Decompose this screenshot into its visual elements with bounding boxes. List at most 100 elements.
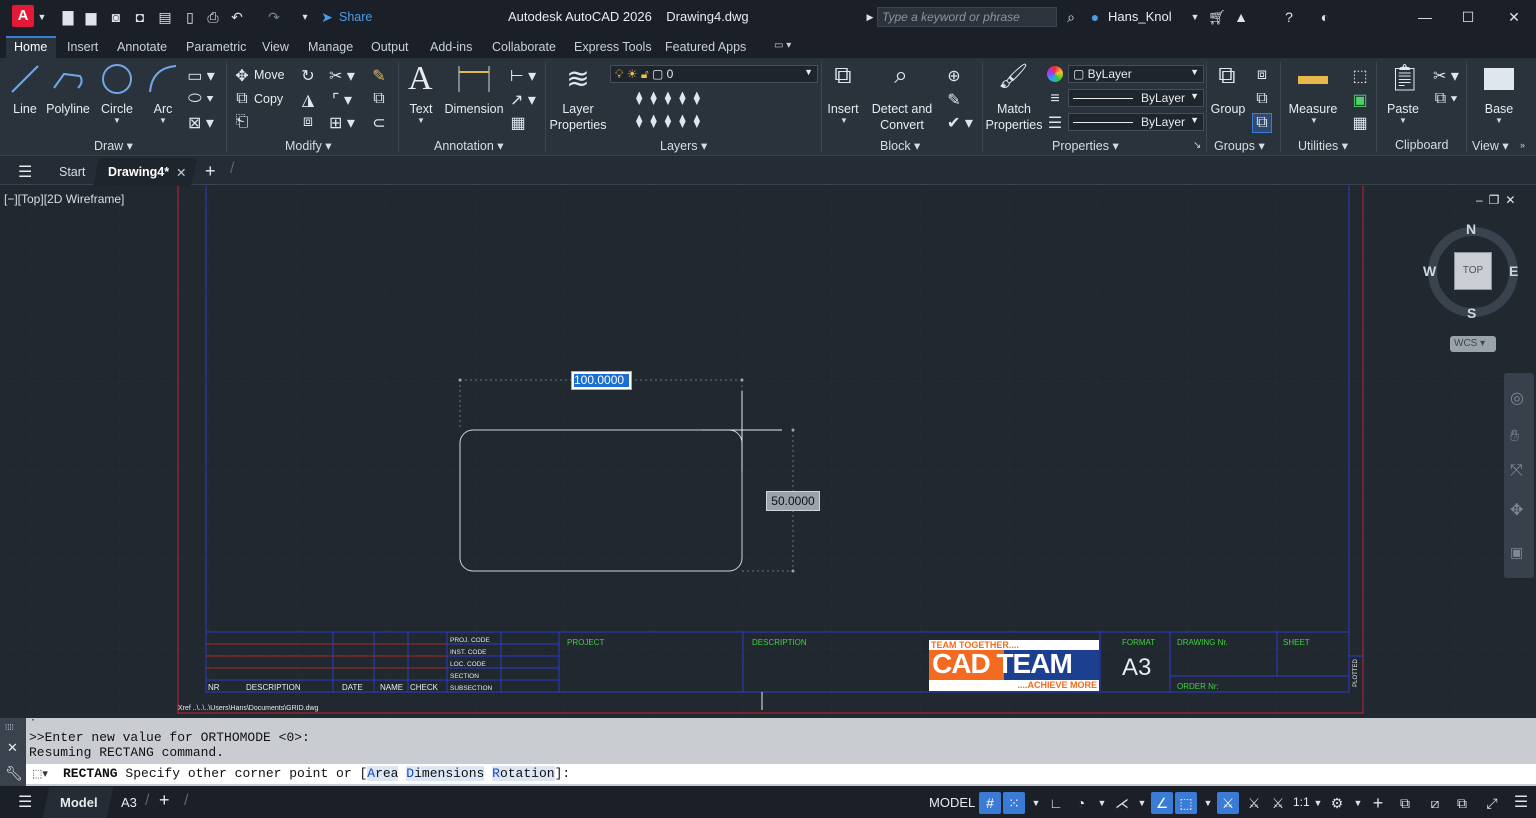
ribbon-minimize-icon[interactable]: ▭ ▾ <box>774 40 791 51</box>
annotation-scale-icon[interactable]: ⚔︎ <box>1267 792 1289 814</box>
viewcube-north[interactable]: N <box>1466 221 1476 237</box>
layer-tools-row-1[interactable]: ⧫⧫⧫⧫⧫ <box>612 90 732 106</box>
quick-select-icon[interactable]: ⬚ <box>1350 66 1370 86</box>
quick-properties-icon[interactable]: ⧄ <box>1424 792 1446 814</box>
leader-icon[interactable]: ↗ ▾ <box>508 90 538 110</box>
command-grip-icon[interactable]: ⁞⁞⁞⁞ <box>5 723 14 732</box>
copy-clip-icon[interactable]: ⧉ ▾ <box>1432 90 1460 108</box>
chevron-down-icon[interactable]: ▼ <box>1189 7 1201 27</box>
annotation-monitor-plus-icon[interactable]: + <box>1367 792 1389 814</box>
chevron-down-icon[interactable]: ▼ <box>1347 792 1369 814</box>
chevron-down-icon[interactable]: ▼ <box>1310 116 1318 125</box>
lock-ui-icon[interactable]: ⧉ <box>1451 792 1473 814</box>
viewport-window-controls[interactable]: –❐✕ <box>1476 193 1522 207</box>
tab-drawing4[interactable]: Drawing4* <box>108 165 169 179</box>
table-icon[interactable]: ▦ <box>508 113 528 133</box>
option-area[interactable]: Area <box>367 766 399 781</box>
move-button[interactable]: Move <box>254 67 285 83</box>
model-space-button[interactable]: MODEL <box>929 795 975 810</box>
viewcube-south[interactable]: S <box>1467 305 1476 321</box>
tab-collaborate[interactable]: Collaborate <box>492 40 556 54</box>
linear-dim-icon[interactable]: ⊢ ▾ <box>508 66 538 86</box>
paste-button[interactable]: Paste <box>1382 101 1424 117</box>
measure-button[interactable]: Measure <box>1286 101 1340 117</box>
color-dropdown[interactable]: ▢ ByLayer ▼ <box>1068 65 1204 83</box>
model-tab[interactable]: Model <box>60 795 98 810</box>
tab-insert[interactable]: Insert <box>67 40 98 54</box>
user-name[interactable]: Hans_Knol <box>1108 9 1172 24</box>
match-properties-button[interactable]: Match Properties <box>984 101 1044 133</box>
offset-icon[interactable]: ⊂ <box>369 113 389 133</box>
viewcube-west[interactable]: W <box>1423 263 1436 279</box>
explode-icon[interactable]: ⧉ <box>369 90 389 108</box>
copy-button[interactable]: Copy <box>254 91 283 107</box>
rotate-icon[interactable]: ↻ <box>298 66 318 86</box>
dimension-button[interactable]: Dimension <box>444 101 504 117</box>
hatch-icon[interactable]: ⬭ ▾ <box>186 90 216 108</box>
save-as-icon[interactable]: ◘ <box>130 7 150 27</box>
chevron-down-icon[interactable]: ▼ <box>1025 792 1047 814</box>
linetype-dropdown[interactable]: ByLayer ▼ <box>1068 89 1204 107</box>
feedback-icon[interactable]: ◐ <box>1316 7 1334 27</box>
object-snap-tracking-icon[interactable]: ∠ <box>1151 792 1173 814</box>
viewcube-east[interactable]: E <box>1509 263 1518 279</box>
customize-command-icon[interactable]: 🔧︎ <box>5 765 23 782</box>
new-file-icon[interactable]: ▇ <box>58 7 78 27</box>
chevron-down-icon[interactable]: ▼ <box>159 116 167 125</box>
chevron-down-icon[interactable]: ▼ <box>1495 116 1503 125</box>
publish-icon[interactable]: ▤ <box>155 7 175 27</box>
share-button[interactable]: Share <box>339 10 372 24</box>
tab-home[interactable]: Home <box>14 40 47 54</box>
chevron-down-icon[interactable]: ▼ <box>1399 116 1407 125</box>
tab-manage[interactable]: Manage <box>308 40 353 54</box>
layers-panel-title[interactable]: Layers ▾ <box>660 138 707 153</box>
help-icon[interactable]: ? <box>1280 7 1298 27</box>
dim-height-input[interactable]: 50.0000 <box>766 491 820 511</box>
circle-button[interactable]: Circle <box>97 101 137 117</box>
ungroup-icon[interactable]: ⧈ <box>1252 66 1272 84</box>
option-dimensions[interactable]: Dimensions <box>406 766 485 781</box>
open-folder-icon[interactable]: ▆ <box>81 7 101 27</box>
array-icon[interactable]: ⊞ ▾ <box>328 113 356 133</box>
tab-output[interactable]: Output <box>371 40 409 54</box>
layout-menu-icon[interactable]: ☰ <box>18 792 32 812</box>
line-button[interactable]: Line <box>8 101 42 117</box>
layer-properties-button[interactable]: Layer Properties <box>548 101 608 133</box>
block-panel-title[interactable]: Block ▾ <box>880 138 920 153</box>
maximize-button[interactable]: ☐ <box>1448 6 1488 28</box>
customization-menu-icon[interactable]: ☰ <box>1510 792 1532 814</box>
text-button[interactable]: Text <box>404 101 438 117</box>
cut-icon[interactable]: ✂ ▾ <box>1432 66 1460 86</box>
close-button[interactable]: ✕ <box>1494 6 1534 28</box>
erase-icon[interactable]: ✎ <box>369 66 389 86</box>
utilities-panel-title[interactable]: Utilities ▾ <box>1298 138 1348 153</box>
dim-width-input[interactable]: 100.0000 <box>571 371 632 390</box>
calculator-icon[interactable]: ▦ <box>1350 113 1370 133</box>
annotation-visibility-icon[interactable]: ⚔︎ <box>1217 792 1239 814</box>
viewcube-top-face[interactable]: TOP <box>1454 252 1492 290</box>
redo-icon[interactable]: ↷ <box>264 7 284 27</box>
chevron-down-icon[interactable]: ▼ <box>840 116 848 125</box>
new-layout-plus-icon[interactable]: + <box>159 790 170 811</box>
fillet-icon[interactable]: ⌜ ▾ <box>328 90 356 110</box>
app-logo-button[interactable]: A <box>12 5 34 27</box>
polar-toggle-icon[interactable]: ◔ <box>1070 792 1092 814</box>
detect-convert-button[interactable]: Detect and Convert <box>868 101 936 133</box>
wcs-dropdown[interactable]: WCS ▾ <box>1450 336 1496 352</box>
color-wheel-icon[interactable] <box>1047 66 1063 82</box>
select-all-icon[interactable]: ▣ <box>1350 90 1370 110</box>
undo-icon[interactable]: ↶ <box>227 7 247 27</box>
mirror-icon[interactable]: ◮ <box>298 90 318 110</box>
autodesk-a360-icon[interactable]: ▲ <box>1232 7 1250 27</box>
snap-toggle-icon[interactable]: ⁙ <box>1003 792 1025 814</box>
linetype-icon[interactable]: ≡ <box>1045 90 1065 108</box>
workspace-gear-icon[interactable]: ⚙ <box>1326 792 1348 814</box>
chevron-down-icon[interactable]: ▼ <box>36 7 48 27</box>
chevron-down-icon[interactable]: ▼ <box>113 116 121 125</box>
viewport-controls-label[interactable]: [−][Top][2D Wireframe] <box>4 192 124 206</box>
chevron-down-icon[interactable]: ▼ <box>417 116 425 125</box>
search-icon[interactable]: ⌕ <box>1061 7 1081 27</box>
draw-panel-title[interactable]: Draw ▾ <box>94 138 133 153</box>
chevron-down-icon[interactable]: ▼ <box>1131 792 1153 814</box>
clean-screen-icon[interactable]: ⤢ <box>1481 792 1503 814</box>
